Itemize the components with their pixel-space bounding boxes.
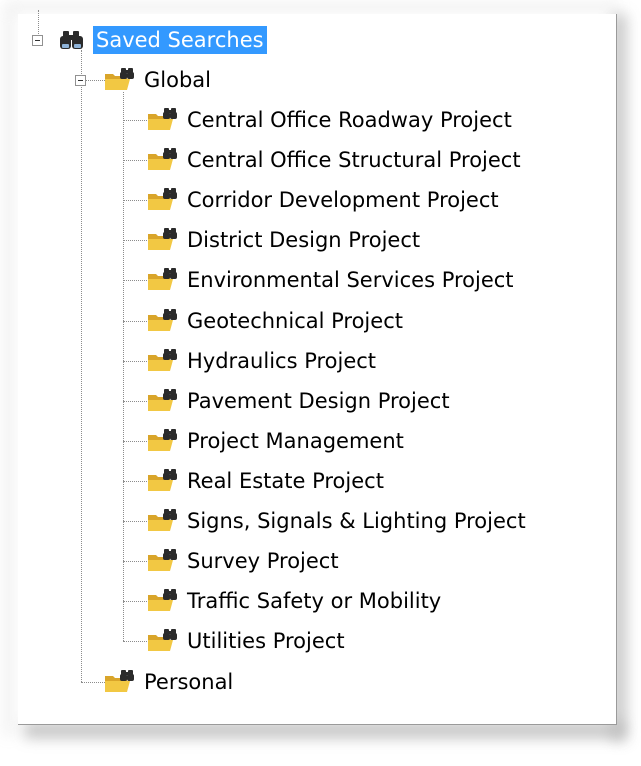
tree-node-global-item[interactable]: Hydraulics Project xyxy=(145,347,379,375)
tree-node-label: Survey Project xyxy=(187,549,339,573)
tree-node-label: District Design Project xyxy=(187,228,421,252)
tree-node-label: Utilities Project xyxy=(187,629,345,653)
folder-search-icon xyxy=(145,427,181,455)
tree-node-global-item[interactable]: Environmental Services Project xyxy=(145,266,517,294)
tree-node-label: Environmental Services Project xyxy=(187,268,514,292)
tree-node-saved-searches[interactable]: Saved Searches xyxy=(54,26,267,54)
tree-line-item xyxy=(123,160,147,161)
tree-node-label: Signs, Signals & Lighting Project xyxy=(187,509,526,533)
tree-line-item xyxy=(123,601,147,602)
folder-search-icon xyxy=(145,547,181,575)
tree-line-root-top xyxy=(38,10,39,36)
tree-line-item xyxy=(123,200,147,201)
tree-node-global-item[interactable]: Traffic Safety or Mobility xyxy=(145,587,444,615)
tree-line-item xyxy=(123,561,147,562)
tree-node-label: Pavement Design Project xyxy=(187,389,450,413)
tree-node-global-item[interactable]: Project Management xyxy=(145,427,407,455)
tree-line-item xyxy=(123,120,147,121)
tree-node-global-item[interactable]: Utilities Project xyxy=(145,627,348,655)
tree-node-label: Saved Searches xyxy=(93,26,267,54)
folder-search-icon xyxy=(145,627,181,655)
tree-node-global-item[interactable]: Central Office Roadway Project xyxy=(145,106,515,134)
tree-node-global-item[interactable]: Central Office Structural Project xyxy=(145,146,524,174)
binoculars-icon xyxy=(54,26,90,54)
tree-node-label: Central Office Structural Project xyxy=(187,148,521,172)
tree-node-label: Personal xyxy=(144,670,234,694)
folder-search-icon xyxy=(145,467,181,495)
tree-node-label: Global xyxy=(144,68,211,92)
tree-node-label: Corridor Development Project xyxy=(187,188,499,212)
tree-line-global-children xyxy=(123,92,124,641)
folder-search-icon xyxy=(145,226,181,254)
folder-search-icon xyxy=(102,66,138,94)
folder-search-icon xyxy=(145,146,181,174)
tree-node-label: Hydraulics Project xyxy=(187,349,377,373)
tree-node-label: Project Management xyxy=(187,429,404,453)
tree-line-item xyxy=(123,401,147,402)
tree-node-global-item[interactable]: Survey Project xyxy=(145,547,342,575)
folder-search-icon xyxy=(145,587,181,615)
tree-line-item xyxy=(123,361,147,362)
tree-node-global-item[interactable]: Geotechnical Project xyxy=(145,307,406,335)
tree-line-item xyxy=(123,521,147,522)
tree-node-label: Traffic Safety or Mobility xyxy=(187,589,442,613)
folder-search-icon xyxy=(145,307,181,335)
tree-node-global-item[interactable]: Pavement Design Project xyxy=(145,387,453,415)
tree-line-item xyxy=(123,321,147,322)
saved-searches-tree[interactable]: Saved Searches Global Central Office Roa… xyxy=(0,0,641,766)
tree-node-label: Real Estate Project xyxy=(187,469,384,493)
folder-search-icon xyxy=(145,387,181,415)
folder-search-icon xyxy=(145,507,181,535)
tree-node-label: Geotechnical Project xyxy=(187,309,403,333)
tree-node-global-item[interactable]: Corridor Development Project xyxy=(145,186,502,214)
tree-node-global-item[interactable]: Signs, Signals & Lighting Project xyxy=(145,507,529,535)
tree-node-global-item[interactable]: District Design Project xyxy=(145,226,423,254)
tree-node-personal[interactable]: Personal xyxy=(102,668,236,696)
folder-search-icon xyxy=(145,266,181,294)
folder-search-icon xyxy=(145,106,181,134)
tree-line-item xyxy=(123,280,147,281)
screenshot-stage: Saved Searches Global Central Office Roa… xyxy=(0,0,641,766)
tree-line-item xyxy=(123,441,147,442)
tree-line-item xyxy=(123,240,147,241)
tree-node-global[interactable]: Global xyxy=(102,66,214,94)
folder-search-icon xyxy=(102,668,138,696)
tree-line-item xyxy=(123,641,147,642)
tree-line-item xyxy=(123,481,147,482)
root-collapse-toggle[interactable] xyxy=(32,35,43,46)
tree-line-root-children xyxy=(81,50,82,682)
global-collapse-toggle[interactable] xyxy=(75,75,86,86)
tree-node-global-item[interactable]: Real Estate Project xyxy=(145,467,387,495)
folder-search-icon xyxy=(145,186,181,214)
tree-node-label: Central Office Roadway Project xyxy=(187,108,512,132)
folder-search-icon xyxy=(145,347,181,375)
